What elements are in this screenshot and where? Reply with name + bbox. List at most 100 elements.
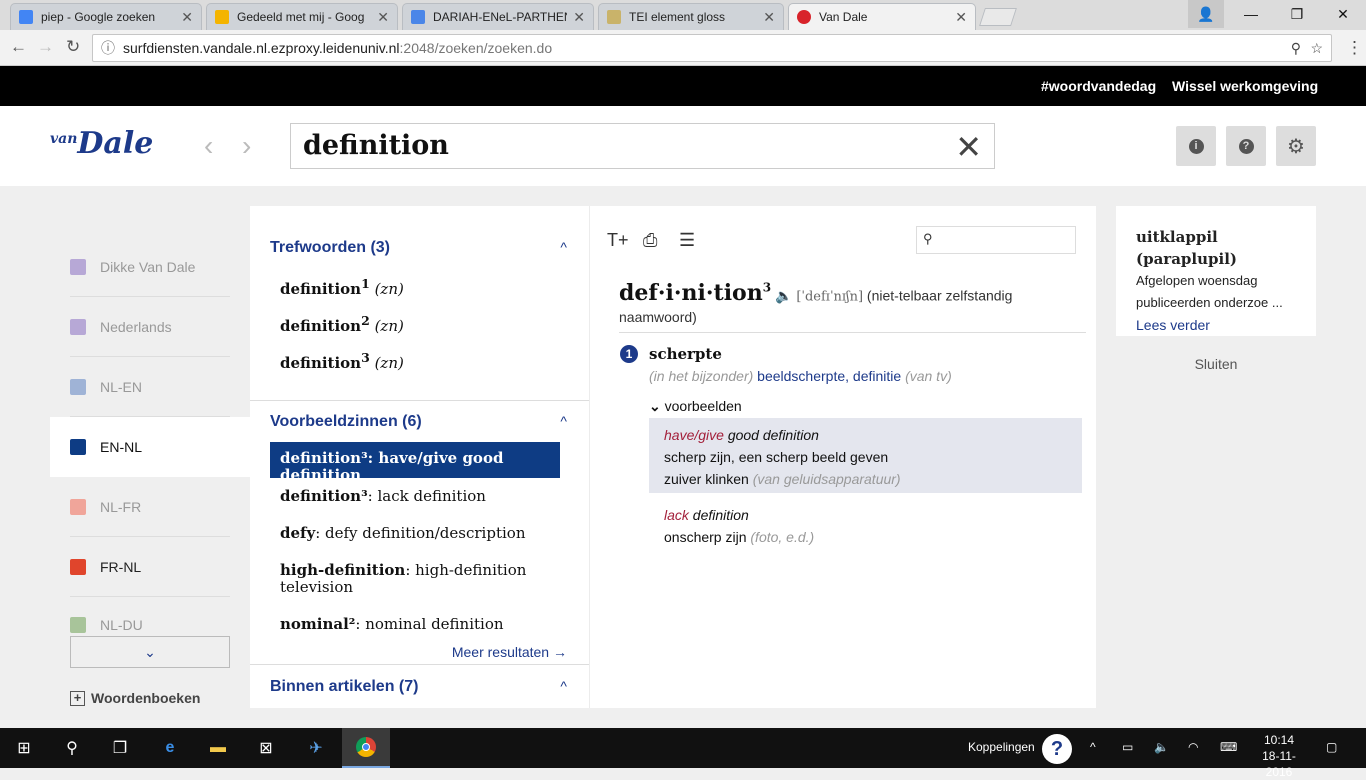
dictionary-item[interactable]: FR-NL bbox=[50, 537, 250, 597]
keyboard-icon[interactable]: ⌨ bbox=[1220, 740, 1237, 754]
voorbeeldzinnen-header[interactable]: Voorbeeldzinnen (6) bbox=[270, 413, 422, 431]
voorbeeldzin-item[interactable]: nominal²: nominal definition bbox=[280, 616, 570, 633]
dictionary-item[interactable]: Nederlands bbox=[50, 297, 250, 357]
site-topbar: #woordvandedag Wissel werkomgeving bbox=[0, 66, 1366, 106]
extension-icon[interactable]: ⚲ bbox=[1291, 40, 1301, 57]
search-box[interactable]: definition ✕ bbox=[290, 123, 995, 169]
clear-search-icon[interactable]: ✕ bbox=[955, 128, 982, 166]
voorbeelden-toggle[interactable]: ⌄ voorbeelden bbox=[649, 398, 742, 415]
notifications-icon[interactable]: ▢ bbox=[1326, 740, 1337, 754]
browser-tab[interactable]: TEI element gloss ✕ bbox=[598, 3, 784, 30]
woordenboeken-button[interactable]: + Woordenboeken bbox=[70, 690, 200, 706]
app-icon[interactable]: ✈ bbox=[292, 728, 340, 768]
voorbeeldzin-item[interactable]: definition³: lack definition bbox=[280, 488, 570, 505]
article-search-input[interactable]: ⚲ bbox=[916, 226, 1076, 254]
trefwoord-item[interactable]: definition2 (zn) bbox=[280, 313, 404, 335]
collapse-icon[interactable]: ^ bbox=[560, 678, 567, 694]
search-icon[interactable]: ⚲ bbox=[48, 728, 96, 768]
edge-icon[interactable]: e bbox=[146, 728, 194, 768]
browser-tab[interactable]: piep - Google zoeken ✕ bbox=[10, 3, 202, 30]
settings-button[interactable]: ⚙ bbox=[1276, 126, 1316, 166]
news-text: Afgelopen woensdag publiceerden onderzoe… bbox=[1136, 273, 1283, 310]
dictionary-item-active[interactable]: EN-NL bbox=[50, 417, 252, 477]
close-tab-icon[interactable]: ✕ bbox=[181, 9, 193, 26]
info-button[interactable]: i bbox=[1176, 126, 1216, 166]
trefwoorden-header[interactable]: Trefwoorden (3) bbox=[270, 239, 390, 257]
store-icon[interactable]: ⊠ bbox=[242, 728, 290, 768]
star-icon[interactable]: ☆ bbox=[1310, 40, 1323, 57]
reload-icon[interactable]: ↻ bbox=[66, 37, 80, 57]
dictionary-item[interactable]: Dikke Van Dale bbox=[50, 237, 250, 297]
close-window-icon[interactable]: ✕ bbox=[1320, 0, 1366, 28]
collapse-icon[interactable]: ^ bbox=[560, 239, 567, 255]
dictionary-color-swatch bbox=[70, 559, 86, 575]
close-tab-icon[interactable]: ✕ bbox=[955, 9, 967, 26]
voorbeeldzin-item-selected[interactable]: definition³: have/give good definition bbox=[270, 442, 560, 484]
trefwoord-item[interactable]: definition3 (zn) bbox=[280, 350, 404, 372]
menu-icon[interactable]: ⋮ bbox=[1346, 38, 1363, 58]
voorbeeldzin-item[interactable]: defy: defy definition/description bbox=[280, 525, 570, 542]
font-size-icon[interactable]: T+ bbox=[607, 230, 629, 251]
dictionary-color-swatch bbox=[70, 499, 86, 515]
search-input[interactable]: definition bbox=[303, 130, 449, 161]
task-view-icon[interactable]: ❐ bbox=[96, 728, 144, 768]
sense-number: 1 bbox=[620, 345, 638, 363]
lees-verder-link[interactable]: Lees verder bbox=[1136, 314, 1296, 336]
van-dale-logo[interactable]: vanDale bbox=[50, 126, 153, 161]
new-tab-button[interactable] bbox=[979, 8, 1017, 26]
clock[interactable]: 10:14 18-11-2016 bbox=[1255, 732, 1303, 780]
dictionary-color-swatch bbox=[70, 617, 86, 633]
search-icon: ⚲ bbox=[923, 231, 933, 246]
file-explorer-icon[interactable]: ▬ bbox=[194, 728, 242, 768]
forward-icon[interactable]: → bbox=[37, 37, 54, 57]
speaker-icon[interactable]: 🔈 bbox=[775, 287, 792, 303]
dictionary-item[interactable]: NL-DU bbox=[50, 597, 250, 637]
browser-tab[interactable]: DARIAH-ENeL-PARTHENI ✕ bbox=[402, 3, 594, 30]
info-icon[interactable]: ⓘ bbox=[101, 38, 115, 58]
close-tab-icon[interactable]: ✕ bbox=[573, 9, 585, 26]
koppelingen-label[interactable]: Koppelingen bbox=[968, 740, 1035, 754]
battery-icon[interactable]: ▭ bbox=[1122, 740, 1133, 754]
history-forward-icon[interactable]: › bbox=[242, 130, 251, 162]
browser-tab-active[interactable]: Van Dale ✕ bbox=[788, 3, 976, 30]
sluiten-button[interactable]: Sluiten bbox=[1116, 356, 1316, 372]
dictionary-color-swatch bbox=[70, 439, 86, 455]
back-icon[interactable]: ← bbox=[10, 37, 27, 57]
help-button[interactable]: ? bbox=[1226, 126, 1266, 166]
windows-start-icon[interactable]: ⊞ bbox=[0, 728, 48, 768]
print-icon[interactable]: ⎙ bbox=[643, 230, 657, 251]
dictionary-item[interactable]: NL-FR bbox=[50, 477, 250, 537]
woord-van-de-dag-link[interactable]: #woordvandedag bbox=[1041, 78, 1156, 94]
more-dictionaries-button[interactable]: ⌄ bbox=[70, 636, 230, 668]
address-bar[interactable]: ⓘ surfdiensten.vandale.nl.ezproxy.leiden… bbox=[92, 34, 1332, 62]
volume-icon[interactable]: 🔈 bbox=[1154, 740, 1169, 754]
sense-gloss: (in het bijzonder) beeldscherpte, defini… bbox=[649, 368, 952, 384]
browser-tab[interactable]: Gedeeld met mij - Goog ✕ bbox=[206, 3, 398, 30]
close-tab-icon[interactable]: ✕ bbox=[763, 9, 775, 26]
wissel-werkomgeving-link[interactable]: Wissel werkomgeving bbox=[1172, 78, 1318, 94]
divider bbox=[250, 664, 589, 665]
sense-title: scherpte bbox=[649, 345, 722, 363]
tei-icon bbox=[607, 10, 621, 24]
close-tab-icon[interactable]: ✕ bbox=[377, 9, 389, 26]
site-header: vanDale ‹ › definition ✕ i ? ⚙ bbox=[0, 106, 1366, 186]
dictionary-item[interactable]: NL-EN bbox=[50, 357, 250, 417]
chrome-icon[interactable] bbox=[342, 728, 390, 768]
wifi-icon[interactable]: ◠ bbox=[1188, 740, 1198, 754]
trefwoord-item[interactable]: definition1 (zn) bbox=[280, 276, 404, 298]
maximize-icon[interactable]: ❐ bbox=[1274, 0, 1320, 28]
binnen-artikelen-header[interactable]: Binnen artikelen (7) bbox=[270, 678, 418, 696]
profile-icon[interactable]: 👤 bbox=[1188, 0, 1224, 28]
minimize-icon[interactable]: — bbox=[1228, 0, 1274, 28]
voorbeeldzin-item[interactable]: high-definition: high-definition televis… bbox=[280, 562, 570, 596]
news-title: uitklappil (paraplupil) bbox=[1136, 228, 1238, 268]
list-icon[interactable]: ☰ bbox=[679, 230, 695, 251]
results-panel: Trefwoorden (3) ^ definition1 (zn) defin… bbox=[250, 206, 590, 708]
help-icon: ? bbox=[1238, 138, 1254, 154]
help-icon[interactable]: ? bbox=[1042, 734, 1072, 764]
chevron-up-icon[interactable]: ^ bbox=[1090, 740, 1096, 754]
meer-resultaten-link[interactable]: Meer resultaten → bbox=[452, 644, 567, 660]
history-back-icon[interactable]: ‹ bbox=[204, 130, 213, 162]
collapse-icon[interactable]: ^ bbox=[560, 413, 567, 429]
chevron-down-icon: ⌄ bbox=[649, 398, 661, 414]
